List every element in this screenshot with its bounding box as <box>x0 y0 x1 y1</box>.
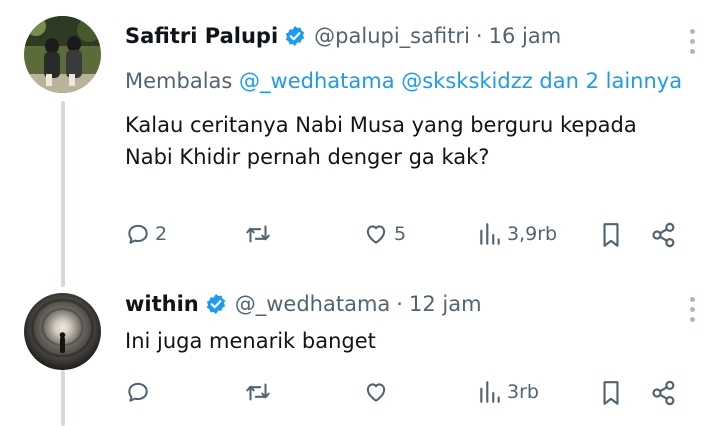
reply-button[interactable] <box>125 379 155 405</box>
avatar-image <box>24 16 101 93</box>
thread-connector-line <box>61 101 65 287</box>
verified-badge-icon <box>284 25 306 47</box>
replying-to: Membalas @_wedhatama @sksk­skidzz dan 2 … <box>125 65 696 97</box>
heart-icon <box>366 225 386 244</box>
bookmark-icon <box>603 381 619 405</box>
more-vertical-icon[interactable] <box>690 29 696 55</box>
replying-to-mentions[interactable]: @_wedhatama @sksk­skidzz dan 2 lainnya <box>239 69 682 93</box>
share-button[interactable] <box>650 221 678 249</box>
thread-connector-line <box>61 370 65 426</box>
author-handle[interactable]: @_wedhatama <box>235 292 391 316</box>
retweet-icon <box>246 225 270 243</box>
timestamp[interactable]: 12 jam <box>409 292 482 316</box>
replying-to-prefix: Membalas <box>125 69 233 93</box>
like-button[interactable]: 5 <box>362 221 406 247</box>
views-bar-chart-icon <box>480 381 500 403</box>
reply-count: 2 <box>155 223 168 245</box>
avatar-safitri[interactable] <box>24 16 101 93</box>
separator-dot: · <box>396 292 403 316</box>
tweet-actions: 2 5 3,9rb <box>125 221 694 251</box>
avatar-within[interactable] <box>24 293 101 370</box>
views-count: 3rb <box>507 381 539 403</box>
tweet-actions: 3rb <box>125 379 694 409</box>
views-button[interactable]: 3,9rb <box>477 221 557 247</box>
bookmark-button[interactable] <box>598 379 624 407</box>
separator-dot: · <box>475 24 483 48</box>
reply-bubble-icon <box>128 382 148 402</box>
like-button[interactable] <box>362 379 394 405</box>
tweet-header: Safitri Palupi @palupi_safitri · 16 jam <box>125 19 696 53</box>
tweet-header: within @_wedhatama · 12 jam <box>125 287 696 321</box>
views-bar-chart-icon <box>480 223 500 245</box>
views-count: 3,9rb <box>507 223 558 245</box>
reply-bubble-icon <box>128 224 148 244</box>
share-icon <box>652 380 675 406</box>
retweet-icon <box>246 383 270 401</box>
bookmark-icon <box>603 223 619 247</box>
tweet-text: Ini juga menarik banget <box>125 329 376 353</box>
retweet-button[interactable] <box>243 221 277 247</box>
share-icon <box>652 222 675 248</box>
verified-badge-icon <box>205 293 227 315</box>
author-name[interactable]: within <box>125 292 199 316</box>
tweet-2[interactable]: within @_wedhatama · 12 jam Ini juga men… <box>125 287 696 357</box>
views-button[interactable]: 3rb <box>477 379 539 405</box>
more-vertical-icon[interactable] <box>690 297 696 323</box>
reply-button[interactable]: 2 <box>125 221 167 247</box>
tweet-text: Kalau ceritanya Nabi Musa yang berguru k… <box>125 113 637 169</box>
avatar-image <box>24 293 101 370</box>
author-handle[interactable]: @palupi_safitri <box>314 24 470 48</box>
like-count: 5 <box>394 223 407 245</box>
author-name[interactable]: Safitri Palupi <box>125 24 278 48</box>
tweet-1[interactable]: Safitri Palupi @palupi_safitri · 16 jam … <box>125 19 696 173</box>
bookmark-button[interactable] <box>598 221 624 249</box>
timestamp[interactable]: 16 jam <box>489 24 562 48</box>
heart-icon <box>366 383 386 402</box>
retweet-button[interactable] <box>243 379 277 405</box>
share-button[interactable] <box>650 379 678 407</box>
